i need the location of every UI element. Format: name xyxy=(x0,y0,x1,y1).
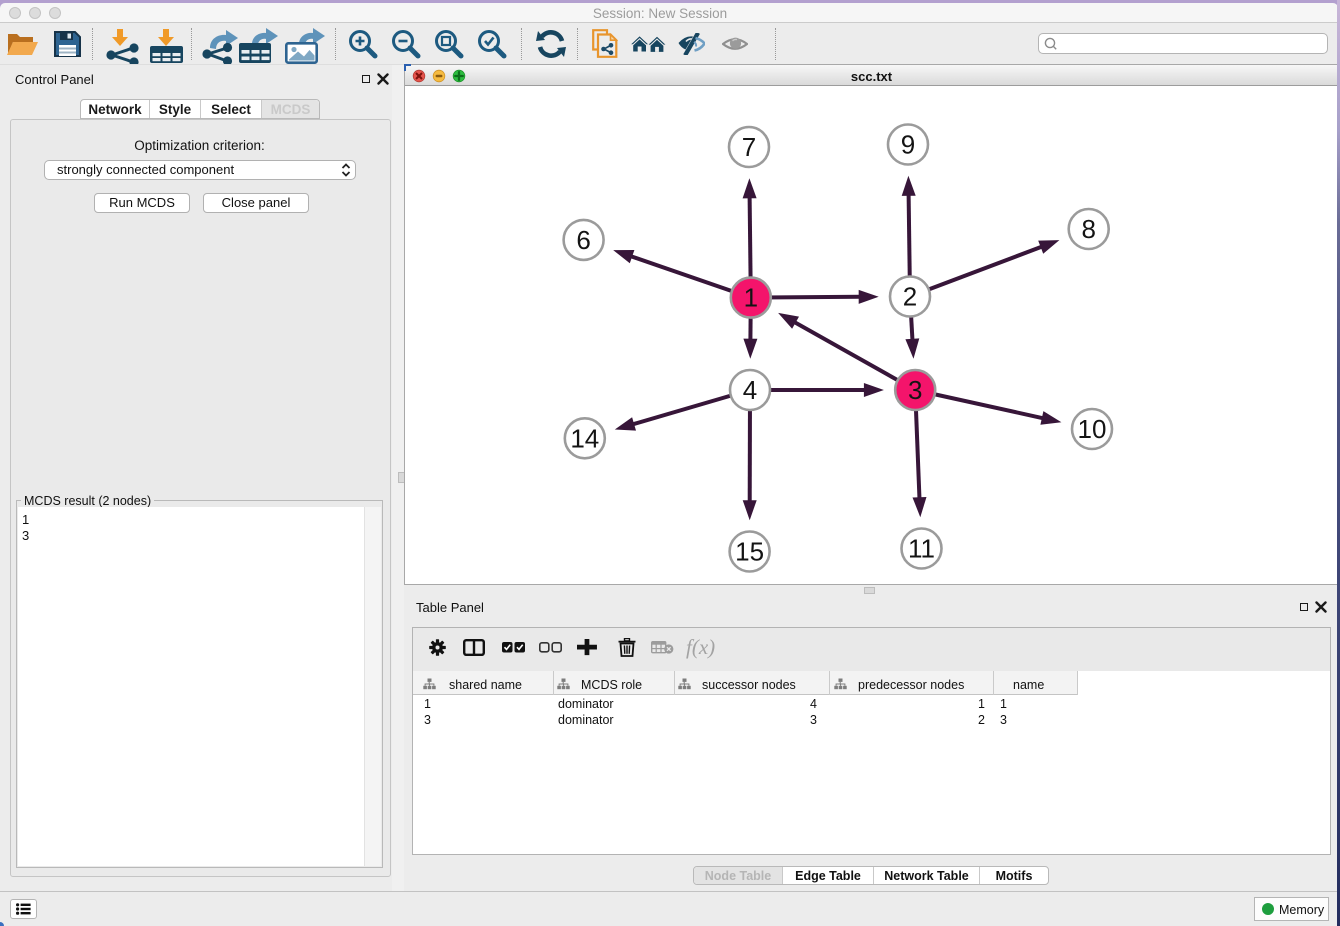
svg-text:7: 7 xyxy=(742,132,756,162)
svg-text:2: 2 xyxy=(903,282,917,312)
svg-text:11: 11 xyxy=(908,534,935,564)
svg-text:15: 15 xyxy=(735,537,764,567)
svg-text:1: 1 xyxy=(744,283,758,313)
svg-text:10: 10 xyxy=(1078,414,1107,444)
svg-text:6: 6 xyxy=(576,225,590,255)
svg-text:9: 9 xyxy=(901,130,915,160)
svg-text:4: 4 xyxy=(743,375,757,405)
svg-text:8: 8 xyxy=(1081,214,1095,244)
svg-text:3: 3 xyxy=(908,375,922,405)
svg-text:14: 14 xyxy=(570,423,599,453)
